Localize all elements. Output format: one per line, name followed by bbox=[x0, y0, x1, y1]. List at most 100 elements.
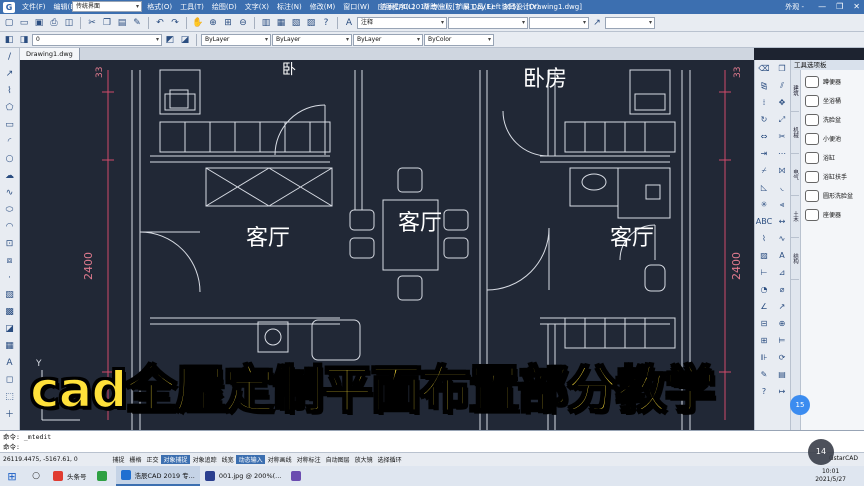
undo-icon[interactable]: ↶ bbox=[153, 16, 167, 29]
text-style-dropdown[interactable]: 注释 bbox=[357, 16, 447, 29]
dim-style-dropdown[interactable] bbox=[448, 16, 528, 29]
make-block-icon[interactable]: ⧈ bbox=[1, 252, 19, 269]
palette-item[interactable]: 座便器 bbox=[803, 205, 863, 224]
revcloud-icon[interactable]: ☁ bbox=[1, 167, 19, 184]
palette-tab[interactable]: 结构 bbox=[791, 238, 799, 280]
menu-item[interactable]: 绘图(D) bbox=[208, 2, 241, 12]
edit-text-icon[interactable]: A bbox=[773, 247, 791, 264]
dim-radius-icon[interactable]: ◔ bbox=[755, 281, 773, 298]
properties-icon[interactable]: ▥ bbox=[259, 16, 273, 29]
app-logo-icon[interactable]: G bbox=[3, 1, 15, 13]
polyline-icon[interactable]: ⌇ bbox=[1, 82, 19, 99]
baseline-icon[interactable]: ⊨ bbox=[773, 332, 791, 349]
add-selected-icon[interactable]: ＋ bbox=[1, 405, 19, 422]
tool-palette-icon[interactable]: ▧ bbox=[289, 16, 303, 29]
cut-icon[interactable]: ✂ bbox=[85, 16, 99, 29]
spell-check-icon[interactable]: ABC bbox=[755, 213, 773, 230]
status-toggle[interactable]: 对称标注 bbox=[294, 455, 323, 464]
wipeout-icon[interactable]: ◻ bbox=[1, 371, 19, 388]
selection-cycling-toggle[interactable]: 选择循环 bbox=[375, 455, 404, 464]
insert-block-icon[interactable]: ⊡ bbox=[1, 235, 19, 252]
palette-item[interactable]: 坐浴桶 bbox=[803, 91, 863, 110]
mtext-icon[interactable]: A bbox=[1, 354, 19, 371]
gradient-icon[interactable]: ▩ bbox=[1, 303, 19, 320]
mirror-icon[interactable]: ⧎ bbox=[755, 77, 773, 94]
calculator-icon[interactable]: ▨ bbox=[304, 16, 318, 29]
line-icon[interactable]: / bbox=[1, 48, 19, 65]
dim-edit-icon[interactable]: ✎ bbox=[755, 366, 773, 383]
zoom-indicator[interactable]: 14 bbox=[808, 439, 834, 465]
menu-item[interactable]: 文字(X) bbox=[241, 2, 273, 12]
circle-icon[interactable]: ○ bbox=[1, 150, 19, 167]
dim-update-icon[interactable]: ⟳ bbox=[773, 349, 791, 366]
zoom-previous-icon[interactable]: ⊖ bbox=[236, 16, 250, 29]
status-toggle[interactable]: 对象捕捉 bbox=[161, 455, 191, 464]
make-current-icon[interactable]: ◩ bbox=[163, 33, 177, 46]
pan-icon[interactable]: ✋ bbox=[191, 16, 205, 29]
status-toggle[interactable]: 线宽 bbox=[219, 455, 236, 464]
menu-item[interactable]: 标注(N) bbox=[273, 2, 306, 12]
offset-icon[interactable]: ⫽ bbox=[773, 77, 791, 94]
palette-tab[interactable]: 土木 bbox=[791, 196, 799, 238]
save-icon[interactable]: ▣ bbox=[32, 16, 46, 29]
layer-state-icon[interactable]: ◨ bbox=[17, 33, 31, 46]
leader-icon[interactable]: ↗ bbox=[773, 298, 791, 315]
ellipse-arc-icon[interactable]: ◠ bbox=[1, 218, 19, 235]
dim-angle-icon[interactable]: ∠ bbox=[755, 298, 773, 315]
point-icon[interactable]: · bbox=[1, 269, 19, 286]
dim-linear-icon[interactable]: ⊢ bbox=[755, 264, 773, 281]
scale-icon[interactable]: ⤢ bbox=[773, 111, 791, 128]
print-icon[interactable]: ⎙ bbox=[47, 16, 61, 29]
zoom-window-icon[interactable]: ⊞ bbox=[221, 16, 235, 29]
explode-icon[interactable]: ✳ bbox=[755, 196, 773, 213]
search-icon[interactable]: ○ bbox=[24, 466, 48, 486]
dim-diameter-icon[interactable]: ⌀ bbox=[773, 281, 791, 298]
center-mark-icon[interactable]: ⊕ bbox=[773, 315, 791, 332]
status-toggle[interactable]: 捕捉 bbox=[110, 455, 127, 464]
system-clock[interactable]: 10:01 2021/5/27 bbox=[815, 468, 846, 484]
spline-icon[interactable]: ∿ bbox=[1, 184, 19, 201]
layer-dropdown[interactable]: 0 bbox=[32, 33, 162, 46]
layer-manager-icon[interactable]: ◧ bbox=[2, 33, 16, 46]
move-icon[interactable]: ✥ bbox=[773, 94, 791, 111]
floating-badge[interactable]: 15 bbox=[790, 395, 810, 415]
distance-icon[interactable]: ↦ bbox=[773, 383, 791, 400]
menu-item[interactable]: 窗口(W) bbox=[339, 2, 373, 12]
copy-object-icon[interactable]: ❐ bbox=[773, 60, 791, 77]
chamfer-icon[interactable]: ◺ bbox=[755, 179, 773, 196]
lengthen-icon[interactable]: ↔ bbox=[773, 213, 791, 230]
stretch-icon[interactable]: ⇔ bbox=[755, 128, 773, 145]
table-style-dropdown[interactable] bbox=[529, 16, 589, 29]
palette-tab[interactable]: 建筑 bbox=[791, 70, 799, 112]
close-button[interactable]: ✕ bbox=[853, 0, 860, 14]
rotate-icon[interactable]: ↻ bbox=[755, 111, 773, 128]
status-toggle[interactable]: 自动图层 bbox=[323, 455, 352, 464]
menu-item[interactable]: 文件(F) bbox=[18, 2, 50, 12]
edit-spline-icon[interactable]: ∿ bbox=[773, 230, 791, 247]
copy-icon[interactable]: ❐ bbox=[100, 16, 114, 29]
status-toggle[interactable]: 动态输入 bbox=[236, 455, 266, 464]
palette-item[interactable]: 小便池 bbox=[803, 129, 863, 148]
appearance-menu[interactable]: 外观 - bbox=[785, 2, 804, 12]
break-icon[interactable]: ⌿ bbox=[755, 162, 773, 179]
edit-polyline-icon[interactable]: ⌇ bbox=[755, 230, 773, 247]
open-folder-icon[interactable]: ▭ bbox=[17, 16, 31, 29]
taskbar-app[interactable] bbox=[286, 466, 310, 486]
palette-item[interactable]: 圆形洗脸盆 bbox=[803, 186, 863, 205]
taskbar-app[interactable] bbox=[92, 466, 116, 486]
design-center-icon[interactable]: ▦ bbox=[274, 16, 288, 29]
array-icon[interactable]: ⁞ bbox=[755, 94, 773, 111]
palette-item[interactable]: 洗脸盆 bbox=[803, 110, 863, 129]
palette-item[interactable]: 蹲便器 bbox=[803, 72, 863, 91]
arc-icon[interactable]: ◜ bbox=[1, 133, 19, 150]
status-toggle[interactable]: 放大镜 bbox=[352, 455, 375, 464]
taskbar-app[interactable]: 头条号 bbox=[48, 466, 92, 486]
layer-previous-icon[interactable]: ◪ bbox=[178, 33, 192, 46]
maximize-button[interactable]: ❐ bbox=[836, 0, 843, 14]
dim-aligned-icon[interactable]: ⊿ bbox=[773, 264, 791, 281]
polygon-icon[interactable]: ⬠ bbox=[1, 99, 19, 116]
lineweight-dropdown[interactable]: ByLayer bbox=[353, 33, 423, 46]
windows-start-icon[interactable]: ⊞ bbox=[0, 466, 24, 486]
paste-icon[interactable]: ▤ bbox=[115, 16, 129, 29]
palette-item[interactable]: 浴缸 bbox=[803, 148, 863, 167]
